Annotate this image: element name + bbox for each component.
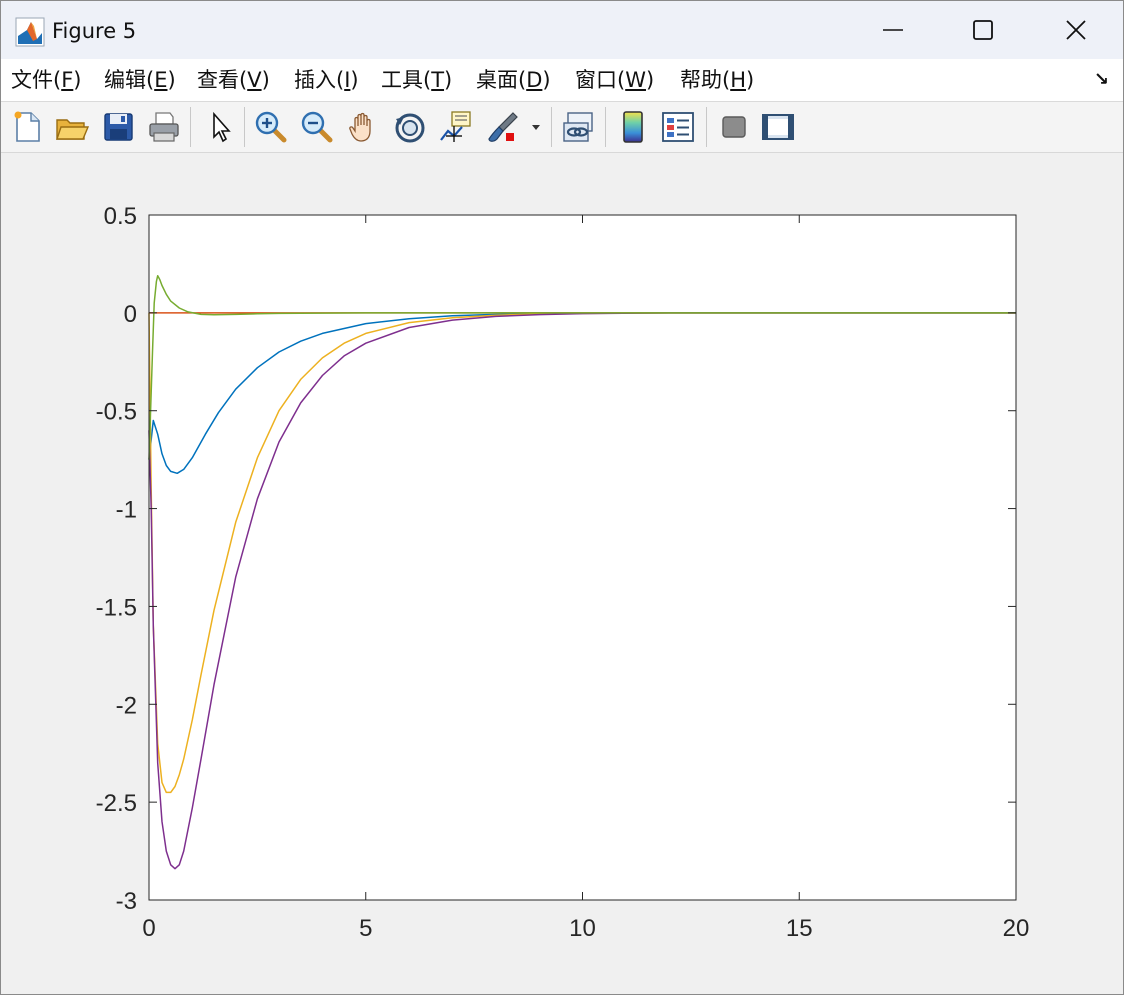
toolbar-separator	[190, 107, 191, 147]
menu-file-suffix: )	[73, 68, 82, 92]
menu-desktop-suffix: )	[542, 68, 551, 92]
new-figure-button[interactable]	[9, 109, 45, 145]
matlab-logo-icon	[15, 17, 45, 47]
menu-tools-label: 工具(	[381, 68, 432, 92]
menu-desktop-mnemonic: D	[526, 68, 543, 92]
menu-window[interactable]: 窗口(W)	[575, 67, 654, 93]
brush-button[interactable]	[485, 109, 521, 145]
menu-view-suffix: )	[261, 68, 270, 92]
new-figure-icon	[14, 111, 40, 142]
print-button[interactable]	[146, 109, 182, 145]
link-plot-icon	[563, 112, 593, 142]
y-tick-label: 0.5	[104, 203, 137, 230]
dock-arrow-icon[interactable]: ↘	[1094, 69, 1109, 90]
maximize-button[interactable]	[936, 1, 1030, 59]
brush-icon	[488, 112, 518, 142]
menu-tools-mnemonic: T	[431, 68, 445, 92]
pan-button[interactable]	[346, 109, 382, 145]
rotate-3d-button[interactable]	[392, 109, 428, 145]
save-button[interactable]	[101, 109, 137, 145]
hide-plot-tools-button[interactable]	[716, 109, 752, 145]
figure-window: Figure 5 文件(F) 编辑(E) 查看(V) 插入(I) 工具(T) 桌…	[0, 0, 1124, 995]
show-plot-tools-icon	[762, 114, 794, 140]
menu-help-mnemonic: H	[730, 68, 746, 92]
window-title: Figure 5	[52, 19, 137, 43]
menu-insert-label: 插入(	[294, 68, 345, 92]
select-button[interactable]	[203, 109, 239, 145]
menu-help[interactable]: 帮助(H)	[680, 67, 754, 93]
menu-tools[interactable]: 工具(T)	[381, 67, 452, 93]
y-tick-label: -1.5	[96, 594, 137, 621]
menu-desktop-label: 桌面(	[476, 68, 527, 92]
menu-tools-suffix: )	[444, 68, 453, 92]
legend-button[interactable]	[660, 109, 696, 145]
toolbar-separator	[605, 107, 606, 147]
x-tick-label: 0	[142, 915, 155, 942]
legend-icon	[662, 112, 694, 142]
data-cursor-icon	[440, 111, 471, 142]
menu-insert-suffix: )	[350, 68, 359, 92]
show-plot-tools-button[interactable]	[760, 109, 796, 145]
menu-file-label: 文件(	[11, 68, 62, 92]
menu-insert[interactable]: 插入(I)	[294, 67, 359, 93]
pan-hand-icon	[349, 112, 371, 142]
link-plot-button[interactable]	[561, 109, 597, 145]
figure-canvas[interactable]: 0 5 10 15 20 0.5 0 -0.5 -1 -1.5 -2 -2.5 -3	[1, 153, 1123, 994]
toolbar-separator	[551, 107, 552, 147]
print-icon	[149, 112, 179, 142]
y-tick-label: -3	[116, 888, 137, 915]
minimize-button[interactable]	[846, 1, 940, 59]
colorbar-icon	[623, 111, 643, 143]
title-bar[interactable]: Figure 5	[1, 1, 1123, 59]
y-tick-label: -2	[116, 692, 137, 719]
menu-window-suffix: )	[645, 68, 655, 92]
colorbar-button[interactable]	[615, 109, 651, 145]
zoom-out-icon	[301, 111, 333, 143]
close-button[interactable]	[1029, 1, 1123, 59]
menu-edit-suffix: )	[167, 68, 176, 92]
menu-edit-mnemonic: E	[154, 68, 168, 92]
menu-edit[interactable]: 编辑(E)	[104, 67, 176, 93]
menu-help-suffix: )	[746, 68, 755, 92]
hide-plot-tools-icon	[722, 116, 746, 138]
open-file-button[interactable]	[54, 109, 90, 145]
line-chart[interactable]: 0 5 10 15 20 0.5 0 -0.5 -1 -1.5 -2 -2.5 -3	[1, 153, 1123, 994]
x-tick-label: 15	[786, 915, 813, 942]
figure-toolbar	[1, 102, 1123, 153]
x-tick-label: 10	[569, 915, 596, 942]
brush-dropdown-button[interactable]	[529, 109, 543, 145]
y-tick-label: -0.5	[96, 399, 137, 426]
minimize-icon	[883, 29, 903, 31]
maximize-icon	[973, 20, 993, 40]
axes-background	[149, 215, 1016, 900]
menu-view-label: 查看(	[197, 68, 248, 92]
menu-view[interactable]: 查看(V)	[197, 67, 270, 93]
menu-window-label: 窗口(	[575, 68, 626, 92]
menu-bar: 文件(F) 编辑(E) 查看(V) 插入(I) 工具(T) 桌面(D) 窗口(W…	[1, 59, 1123, 102]
save-icon	[104, 113, 133, 141]
x-tick-label: 5	[359, 915, 372, 942]
menu-edit-label: 编辑(	[104, 68, 155, 92]
menu-file-mnemonic: F	[61, 68, 74, 92]
close-icon	[1066, 20, 1086, 40]
zoom-in-icon	[255, 111, 287, 143]
toolbar-separator	[244, 107, 245, 147]
select-arrow-icon	[213, 111, 231, 143]
toolbar-separator	[706, 107, 707, 147]
menu-file[interactable]: 文件(F)	[11, 67, 82, 93]
zoom-in-button[interactable]	[253, 109, 289, 145]
data-cursor-button[interactable]	[438, 109, 474, 145]
menu-view-mnemonic: V	[247, 68, 262, 92]
y-tick-label: 0	[124, 301, 137, 328]
y-tick-label: -2.5	[96, 790, 137, 817]
y-tick-label: -1	[116, 497, 137, 524]
brush-dropdown-icon	[532, 125, 540, 130]
open-file-icon	[56, 119, 90, 140]
menu-help-label: 帮助(	[680, 68, 731, 92]
rotate-3d-icon	[395, 113, 425, 143]
menu-window-mnemonic: W	[625, 68, 646, 92]
menu-desktop[interactable]: 桌面(D)	[476, 67, 551, 93]
zoom-out-button[interactable]	[299, 109, 335, 145]
x-tick-label: 20	[1003, 915, 1030, 942]
